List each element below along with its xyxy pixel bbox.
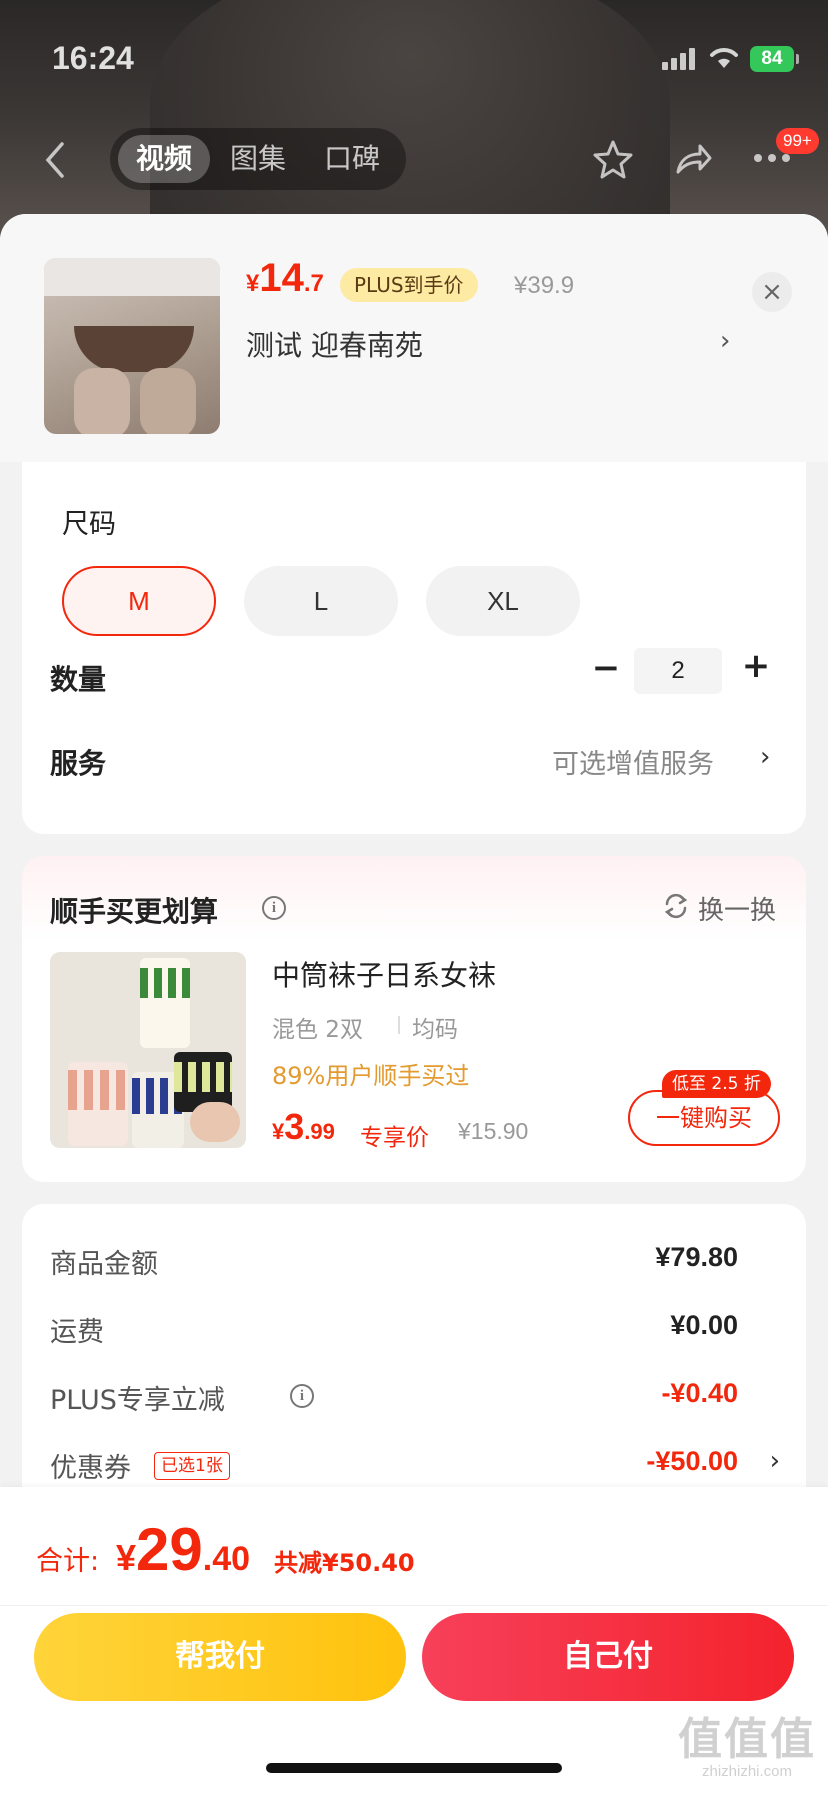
quantity-minus-button[interactable]: − xyxy=(588,648,624,688)
bundle-product-name[interactable]: 中筒袜子日系女袜 xyxy=(272,954,496,994)
signal-icon xyxy=(662,48,696,70)
summary-row-coupon[interactable]: 优惠券 已选1张 -¥50.00 › xyxy=(50,1446,780,1486)
original-price: ¥39.9 xyxy=(514,272,575,299)
swap-label: 换一换 xyxy=(698,896,777,926)
product-header: ¥14.7 PLUS到手价 ¥39.9 × 测试 迎春南苑 › xyxy=(0,214,828,462)
media-tabs: 视频 图集 口碑 xyxy=(110,128,406,190)
info-icon[interactable]: i xyxy=(262,896,286,920)
total-amount: ¥29.40 xyxy=(116,1516,251,1583)
one-click-buy-button[interactable]: 一键购买 xyxy=(628,1090,780,1146)
chevron-right-icon[interactable]: › xyxy=(770,1446,780,1476)
product-price: ¥14.7 xyxy=(246,256,324,300)
refresh-icon xyxy=(664,893,688,919)
info-icon[interactable]: i xyxy=(290,1384,314,1408)
tab-gallery[interactable]: 图集 xyxy=(212,135,304,183)
battery-indicator: 84 xyxy=(750,46,799,72)
help-me-pay-button[interactable]: 帮我付 xyxy=(34,1613,406,1701)
quantity-label: 数量 xyxy=(50,663,107,696)
size-option-m[interactable]: M xyxy=(62,566,216,636)
bundle-card: 顺手买更划算 i 换一换 中筒袜子日系女袜 混色 2双 均码 89%用户顺手买过… xyxy=(22,856,806,1182)
back-icon[interactable] xyxy=(40,140,70,180)
size-option-l[interactable]: L xyxy=(244,566,398,636)
home-indicator[interactable] xyxy=(266,1763,562,1773)
checkout-bar: 合计: ¥29.40 共减¥50.40 帮我付 自己付 值值值 zhizhizh… xyxy=(0,1487,828,1793)
quantity-plus-button[interactable]: + xyxy=(738,646,774,686)
total-label: 合计: xyxy=(36,1546,100,1577)
bundle-original-price: ¥15.90 xyxy=(458,1118,529,1144)
summary-row-plus-discount: PLUS专享立减 i -¥0.40 xyxy=(50,1378,738,1416)
product-media-background: 16:24 84 视频 图集 口碑 99+ xyxy=(0,0,828,240)
tab-reviews[interactable]: 口碑 xyxy=(306,135,398,183)
watermark-logo: 值值值 zhizhizhi.com xyxy=(678,1714,816,1780)
quantity-input[interactable]: 2 xyxy=(634,648,722,694)
chevron-right-icon[interactable]: › xyxy=(760,742,770,772)
bundle-bought-text: 89%用户顺手买过 xyxy=(272,1062,470,1090)
share-icon[interactable] xyxy=(672,138,714,180)
size-title: 尺码 xyxy=(62,509,116,540)
service-label: 服务 xyxy=(50,747,107,780)
message-badge: 99+ xyxy=(776,128,819,154)
bundle-title: 顺手买更划算 xyxy=(50,895,219,928)
bundle-price: ¥3.99 xyxy=(272,1106,335,1147)
tab-video[interactable]: 视频 xyxy=(118,135,211,183)
bundle-spec-size: 均码 xyxy=(412,1017,458,1043)
discount-tag: 低至 2.5 折 xyxy=(662,1070,771,1098)
nav-bar: 视频 图集 口碑 99+ xyxy=(0,118,828,198)
service-value[interactable]: 可选增值服务 xyxy=(552,742,714,781)
chevron-right-icon[interactable]: › xyxy=(720,326,730,356)
close-button[interactable]: × xyxy=(752,272,792,312)
pay-myself-button[interactable]: 自己付 xyxy=(422,1613,794,1701)
status-bar: 16:24 84 xyxy=(0,0,828,110)
options-card: 尺码 M L XL 数量 − 2 + 服务 可选增值服务 › xyxy=(22,462,806,834)
selected-spec[interactable]: 测试 迎春南苑 xyxy=(246,324,423,364)
summary-row-goods: 商品金额 ¥79.80 xyxy=(50,1242,738,1280)
status-time: 16:24 xyxy=(52,40,134,76)
bundle-product-image[interactable] xyxy=(50,952,246,1148)
plus-price-tag: PLUS到手价 xyxy=(340,268,478,302)
divider xyxy=(0,1605,828,1606)
size-option-xl[interactable]: XL xyxy=(426,566,580,636)
bundle-spec-color: 混色 2双 xyxy=(272,1017,363,1043)
wifi-icon xyxy=(710,48,738,68)
spec-divider xyxy=(398,1016,400,1034)
bundle-exclusive-label: 专享价 xyxy=(360,1125,429,1151)
star-icon[interactable] xyxy=(592,138,634,180)
coupon-selected-tag: 已选1张 xyxy=(154,1452,230,1480)
product-thumbnail xyxy=(44,258,220,434)
total-savings: 共减¥50.40 xyxy=(274,1549,415,1577)
summary-row-shipping: 运费 ¥0.00 xyxy=(50,1310,738,1348)
